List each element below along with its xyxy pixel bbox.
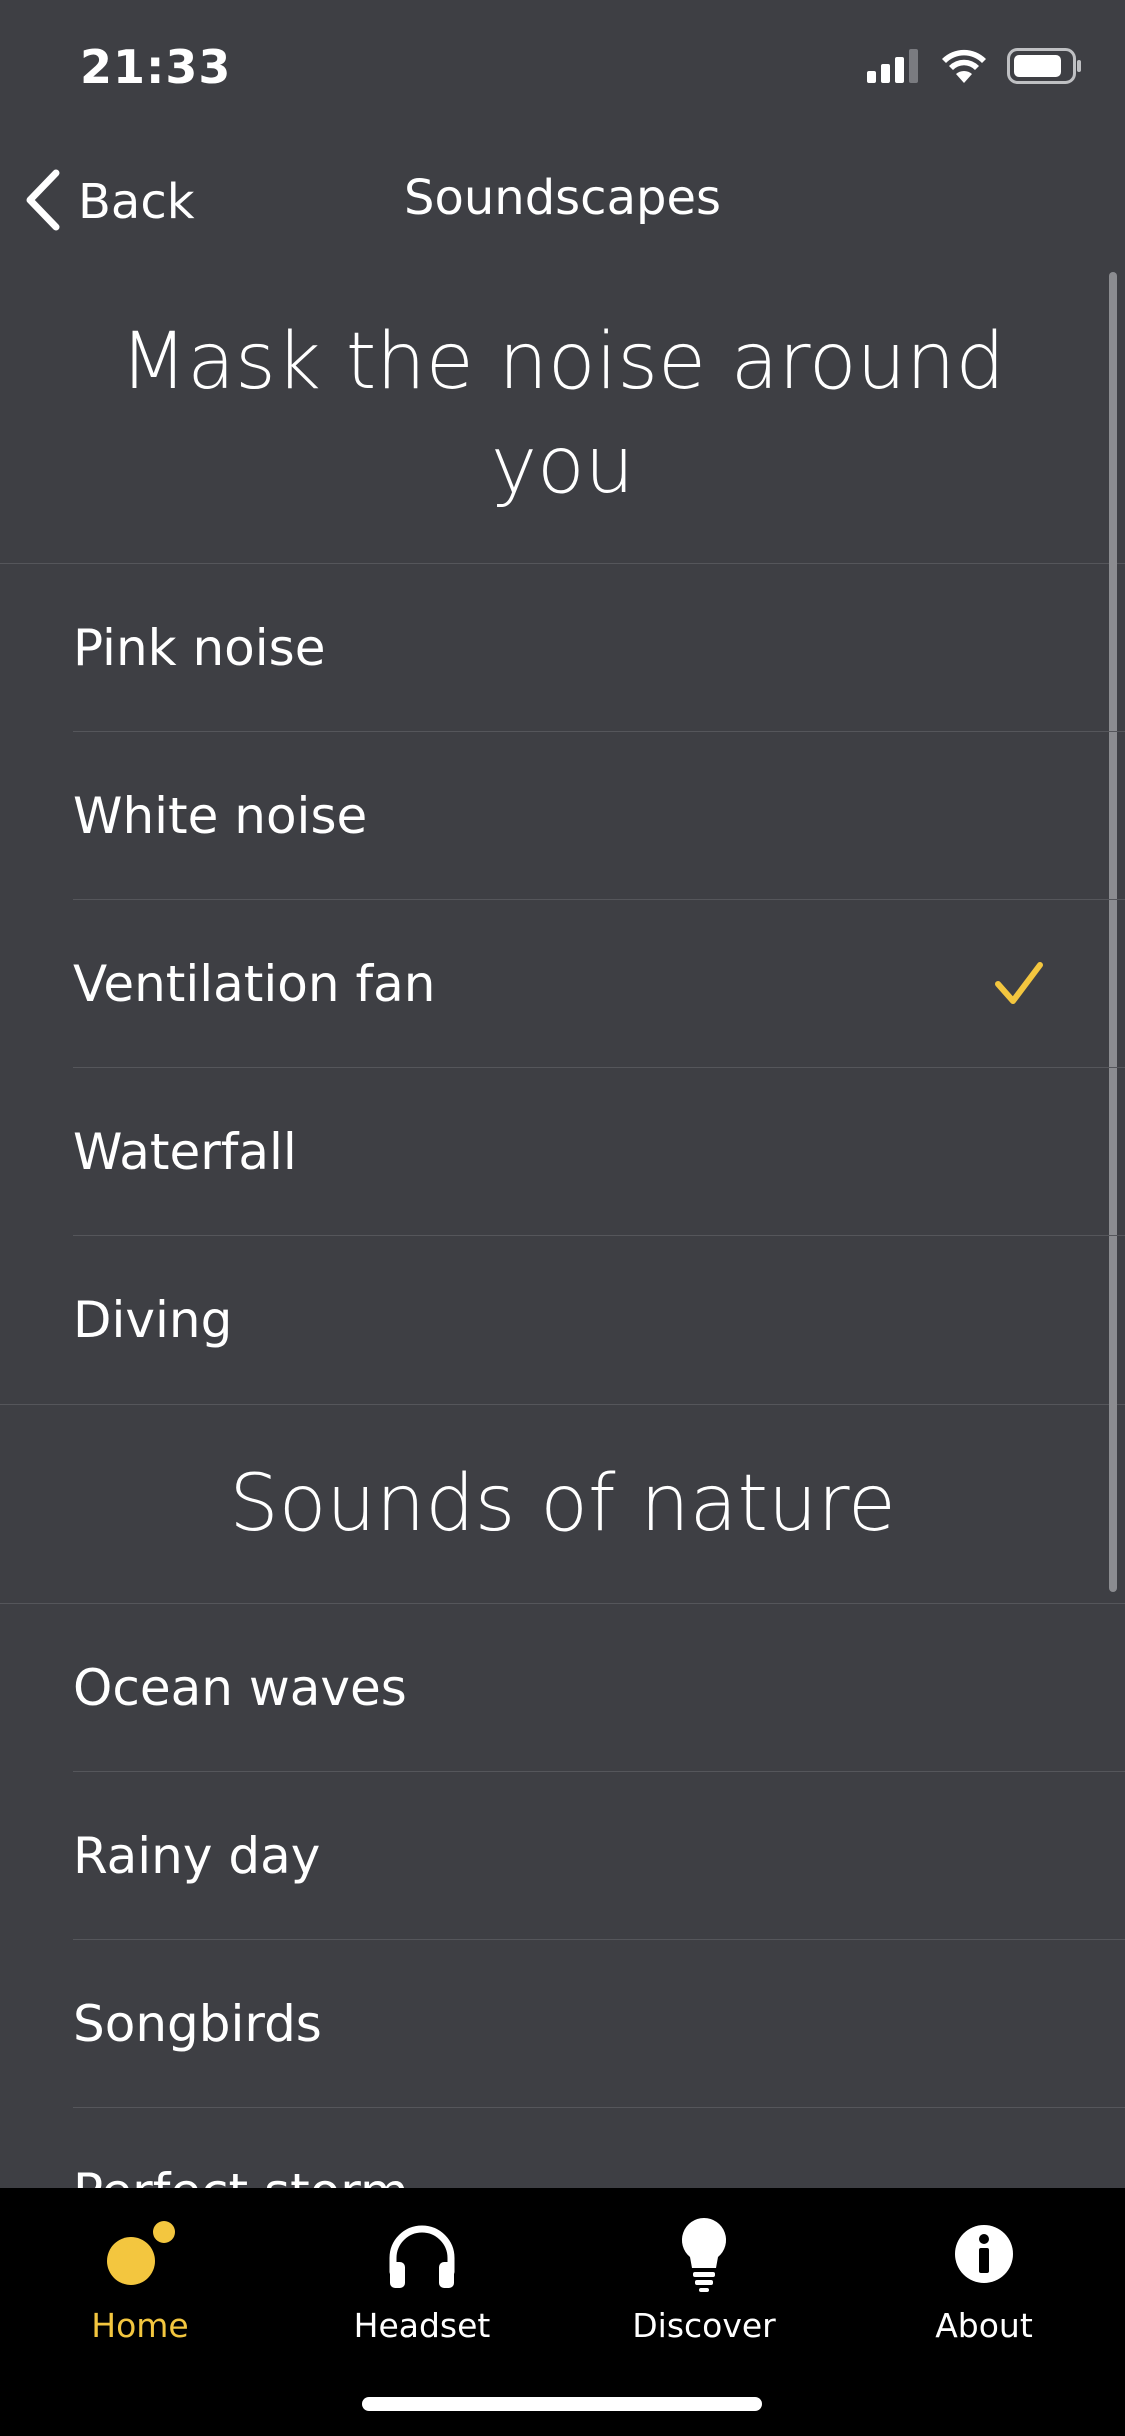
section-header-sounds-of-nature: Sounds of nature <box>0 1404 1125 1604</box>
list-item-label: Ventilation fan <box>73 955 436 1013</box>
checkmark-icon <box>993 958 1045 1010</box>
mask-noise-list: Pink noise White noise Ventilation fan W… <box>0 564 1125 1404</box>
list-item-label: Pink noise <box>73 619 326 677</box>
home-dots-icon <box>100 2214 180 2294</box>
list-item-pink-noise[interactable]: Pink noise <box>0 564 1125 732</box>
soundscapes-screen: 21:33 Back Soundscapes Mask the noise ar… <box>0 0 1125 2436</box>
tab-label: Discover <box>632 2306 776 2345</box>
status-icons <box>867 48 1083 88</box>
status-time: 21:33 <box>80 40 232 94</box>
list-item-label: Rainy day <box>73 1827 321 1885</box>
list-item-white-noise[interactable]: White noise <box>0 732 1125 900</box>
list-item-ventilation-fan[interactable]: Ventilation fan <box>0 900 1125 1068</box>
status-bar: 21:33 <box>0 0 1125 140</box>
list-item-songbirds[interactable]: Songbirds <box>0 1940 1125 2108</box>
list-item-label: White noise <box>73 787 368 845</box>
wifi-icon <box>941 49 987 87</box>
lightbulb-icon <box>664 2214 744 2294</box>
tab-label: About <box>935 2306 1033 2345</box>
list-item-label: Perfect storm <box>73 2163 409 2188</box>
signal-icon <box>867 49 921 87</box>
tab-label: Headset <box>353 2306 491 2345</box>
list-item-label: Songbirds <box>73 1995 322 2053</box>
list-item-label: Ocean waves <box>73 1659 407 1717</box>
list-item-diving[interactable]: Diving <box>0 1236 1125 1404</box>
list-item-waterfall[interactable]: Waterfall <box>0 1068 1125 1236</box>
home-indicator[interactable] <box>362 2397 762 2411</box>
battery-icon <box>1007 48 1083 88</box>
soundscape-list[interactable]: Mask the noise around you Pink noise Whi… <box>0 264 1125 2188</box>
info-icon <box>944 2214 1024 2294</box>
page-title: Soundscapes <box>404 170 721 226</box>
tab-label: Home <box>91 2306 189 2345</box>
headphones-icon <box>382 2214 462 2294</box>
list-item-perfect-storm[interactable]: Perfect storm <box>0 2108 1125 2188</box>
nature-sounds-list: Ocean waves Rainy day Songbirds Perfect … <box>0 1604 1125 2188</box>
tab-discover[interactable]: Discover <box>604 2214 804 2345</box>
list-item-label: Diving <box>73 1291 233 1349</box>
tab-about[interactable]: About <box>884 2214 1084 2345</box>
list-item-rainy-day[interactable]: Rainy day <box>0 1772 1125 1940</box>
tab-home[interactable]: Home <box>40 2214 240 2345</box>
section-header-mask-noise: Mask the noise around you <box>0 264 1125 564</box>
list-item-ocean-waves[interactable]: Ocean waves <box>0 1604 1125 1772</box>
navigation-bar: Back Soundscapes <box>0 140 1125 264</box>
list-item-label: Waterfall <box>73 1123 297 1181</box>
tab-headset[interactable]: Headset <box>322 2214 522 2345</box>
